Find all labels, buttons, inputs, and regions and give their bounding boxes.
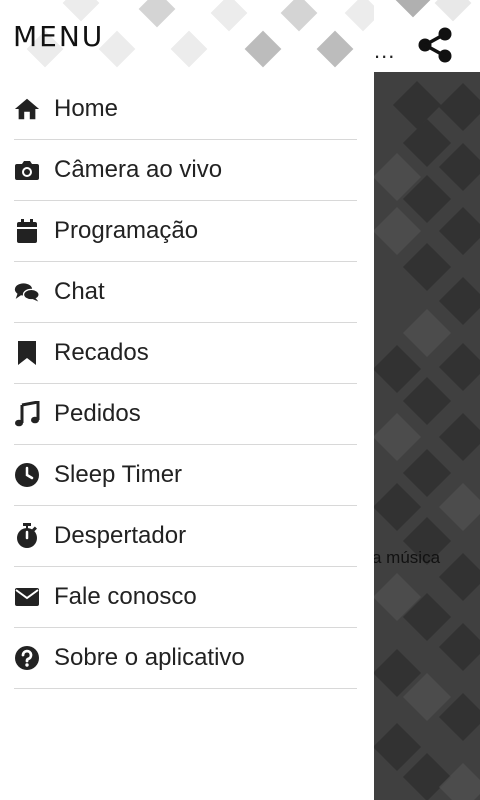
menu-item-label: Programação (54, 217, 199, 244)
menu-item-label: Sobre o aplicativo (54, 644, 245, 671)
menu-item-alarm[interactable]: Despertador (14, 506, 357, 567)
envelope-icon (14, 584, 40, 610)
menu-item-label: Pedidos (54, 400, 141, 427)
share-button[interactable] (414, 26, 456, 68)
share-icon (418, 27, 452, 68)
navigation-drawer: MENU Home Câmera ao vivo Programação Cha… (0, 0, 374, 800)
menu-item-label: Sleep Timer (54, 461, 183, 488)
menu-list: Home Câmera ao vivo Programação Chat Rec… (14, 79, 357, 689)
menu-title: MENU (13, 20, 105, 53)
menu-item-label: Câmera ao vivo (54, 156, 223, 183)
stopwatch-icon (14, 523, 40, 549)
now-playing-text: a música (372, 548, 441, 567)
clock-icon (14, 462, 40, 488)
help-circle-icon (14, 645, 40, 671)
camera-icon (14, 157, 40, 183)
chat-icon (14, 279, 40, 305)
menu-item-requests[interactable]: Pedidos (14, 384, 357, 445)
music-note-icon (14, 401, 40, 427)
drawer-header: MENU (0, 0, 374, 72)
app-title-ellipsis: ... (374, 38, 396, 63)
menu-item-schedule[interactable]: Programação (14, 201, 357, 262)
menu-item-label: Despertador (54, 522, 187, 549)
menu-item-home[interactable]: Home (14, 79, 357, 140)
menu-item-label: Recados (54, 339, 149, 366)
menu-item-label: Chat (54, 278, 105, 305)
menu-item-contact[interactable]: Fale conosco (14, 567, 357, 628)
calendar-icon (14, 218, 40, 244)
bookmark-icon (14, 340, 40, 366)
menu-item-label: Fale conosco (54, 583, 197, 610)
menu-item-messages[interactable]: Recados (14, 323, 357, 384)
menu-item-sleep-timer[interactable]: Sleep Timer (14, 445, 357, 506)
menu-item-about[interactable]: Sobre o aplicativo (14, 628, 357, 689)
menu-item-chat[interactable]: Chat (14, 262, 357, 323)
menu-item-label: Home (54, 95, 119, 122)
menu-item-camera[interactable]: Câmera ao vivo (14, 140, 357, 201)
home-icon (14, 96, 40, 122)
